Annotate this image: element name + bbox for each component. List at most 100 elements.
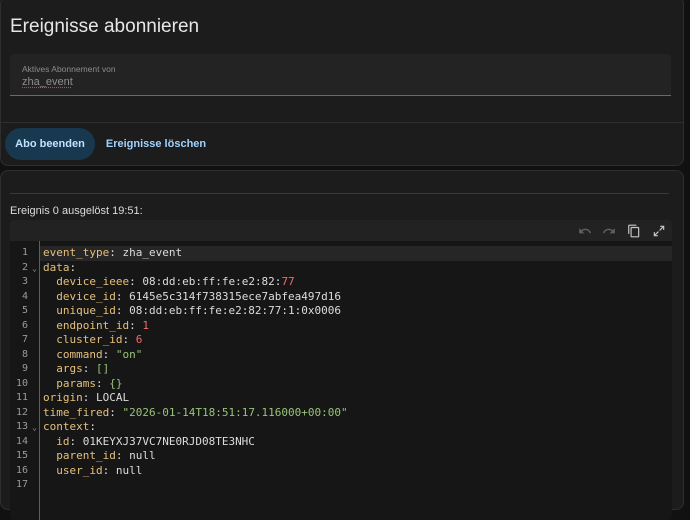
code-line: parent_id: null bbox=[40, 449, 672, 464]
code-token: : 08:dd:eb:ff:fe:e2:82: bbox=[129, 275, 282, 288]
code-token: parent_id bbox=[56, 449, 116, 462]
line-number-text: 5 bbox=[21, 305, 28, 316]
code-line: endpoint_id: 1 bbox=[40, 319, 672, 334]
code-token: : bbox=[129, 318, 143, 332]
line-number-text: 2 bbox=[21, 261, 28, 273]
code-line: device_id: 6145e5c314f738315ece7abfea497… bbox=[40, 290, 672, 305]
line-number: 14 bbox=[10, 435, 38, 450]
line-number: 15 bbox=[10, 449, 38, 464]
code-line: context: bbox=[40, 420, 672, 435]
code-token: args bbox=[56, 362, 83, 375]
code-token: 6 bbox=[135, 333, 143, 346]
code-token: endpoint_id bbox=[56, 318, 130, 332]
code-token: "2026-01-14T18:51:17.116000+00:00" bbox=[122, 405, 348, 419]
code-token: id bbox=[56, 434, 70, 448]
code-content[interactable]: event_type: zha_event data: device_ieee: … bbox=[40, 241, 672, 520]
code-token: : bbox=[96, 376, 110, 390]
code-line: time_fired: "2026-01-14T18:51:17.116000+… bbox=[40, 406, 672, 421]
copy-icon[interactable] bbox=[627, 224, 641, 238]
code-editor[interactable]: 1 2 ⌄ 3 4 5 6 7 8 9 10 11 12 13 ⌄ 14 15 16 17 event_type: … bbox=[10, 220, 672, 520]
code-token: cluster_id bbox=[56, 333, 123, 346]
code-token: : bbox=[102, 347, 116, 361]
code-token: : 01KEYXJ37VC7NE0RJD08TE3NHC bbox=[69, 434, 255, 448]
code-token: origin bbox=[43, 391, 83, 404]
line-number-text: 14 bbox=[15, 435, 28, 447]
code-token: device_ieee bbox=[56, 275, 130, 288]
code-line: event_type: zha_event bbox=[40, 246, 672, 261]
line-number: 5 bbox=[10, 304, 38, 319]
code-line: cluster_id: 6 bbox=[40, 333, 672, 348]
line-number-text: 8 bbox=[21, 348, 28, 360]
divider bbox=[10, 193, 669, 194]
code-token: 77 bbox=[281, 275, 295, 288]
code-token: user_id bbox=[56, 463, 103, 477]
divider bbox=[1, 122, 683, 123]
line-number: 8 bbox=[10, 348, 38, 363]
code-token: device_id bbox=[56, 289, 116, 303]
active-subscription-value: zha_event bbox=[22, 76, 73, 88]
fold-chevron-icon[interactable]: ⌄ bbox=[32, 421, 37, 436]
code-token: : 08:dd:eb:ff:fe:e2:82:77:1:0x0006 bbox=[115, 304, 342, 317]
code-line: args: [] bbox=[40, 362, 672, 377]
line-number: 10 bbox=[10, 377, 38, 392]
code-line: user_id: null bbox=[40, 464, 672, 479]
code-token: time_fired bbox=[43, 405, 110, 419]
active-subscription-field[interactable]: Aktives Abonnement von zha_event bbox=[10, 54, 671, 96]
line-number: 4 bbox=[10, 290, 38, 305]
code-token: : bbox=[89, 420, 96, 433]
code-line: device_ieee: 08:dd:eb:ff:fe:e2:82:77 bbox=[40, 275, 672, 290]
line-number: 3 bbox=[10, 275, 38, 290]
code-line: unique_id: 08:dd:eb:ff:fe:e2:82:77:1:0x0… bbox=[40, 304, 672, 319]
line-number-text: 7 bbox=[21, 334, 28, 345]
code-token: 1 bbox=[142, 318, 149, 332]
code-token: : zha_event bbox=[109, 246, 183, 259]
code-line: id: 01KEYXJ37VC7NE0RJD08TE3NHC bbox=[40, 435, 672, 450]
code-token: : bbox=[82, 362, 96, 375]
code-token: "on" bbox=[115, 347, 143, 361]
line-number: 11 bbox=[10, 391, 38, 406]
fullscreen-icon[interactable] bbox=[652, 224, 666, 238]
line-number-text: 11 bbox=[15, 392, 28, 403]
code-token: params bbox=[56, 376, 96, 390]
code-token: command bbox=[56, 347, 103, 361]
stop-subscription-button[interactable]: Abo beenden bbox=[5, 128, 95, 160]
line-number: 9 bbox=[10, 362, 38, 377]
code-line: command: "on" bbox=[40, 348, 672, 363]
line-number-text: 15 bbox=[15, 450, 28, 461]
code-token: {} bbox=[109, 376, 123, 390]
code-token: : bbox=[109, 405, 123, 419]
line-number: 1 bbox=[10, 246, 38, 261]
code-token: unique_id bbox=[56, 304, 116, 317]
code-token: : bbox=[69, 260, 77, 274]
clear-events-button[interactable]: Ereignisse löschen bbox=[101, 128, 211, 160]
undo-icon[interactable] bbox=[578, 224, 592, 238]
line-number-text: 13 bbox=[15, 421, 28, 432]
code-token: : bbox=[122, 333, 136, 346]
line-number-text: 9 bbox=[21, 363, 28, 374]
redo-icon[interactable] bbox=[602, 224, 616, 238]
line-number: 12 bbox=[10, 406, 38, 421]
code-line: params: {} bbox=[40, 377, 672, 392]
code-token: : LOCAL bbox=[82, 391, 130, 404]
code-token: : null bbox=[102, 463, 143, 477]
code-token: [] bbox=[96, 362, 110, 375]
fold-chevron-icon[interactable]: ⌄ bbox=[32, 262, 37, 277]
line-number-text: 4 bbox=[21, 290, 28, 302]
line-number-text: 6 bbox=[21, 319, 28, 331]
line-number-gutter: 1 2 ⌄ 3 4 5 6 7 8 9 10 11 12 13 ⌄ 14 15 16 17 bbox=[10, 241, 40, 520]
subscribe-card: Ereignisse abonnieren Aktives Abonnement… bbox=[0, 0, 684, 166]
line-number-text: 17 bbox=[15, 479, 28, 490]
line-number: 13 ⌄ bbox=[10, 420, 38, 435]
page-title: Ereignisse abonnieren bbox=[10, 16, 200, 37]
code-line: data: bbox=[40, 261, 672, 276]
code-token: data bbox=[43, 260, 70, 274]
line-number-text: 1 bbox=[21, 247, 28, 258]
line-number: 7 bbox=[10, 333, 38, 348]
event-card: Ereignis 0 ausgelöst 19:51: 1 2 ⌄ 3 4 5 6 7 8 9 10… bbox=[0, 170, 684, 520]
